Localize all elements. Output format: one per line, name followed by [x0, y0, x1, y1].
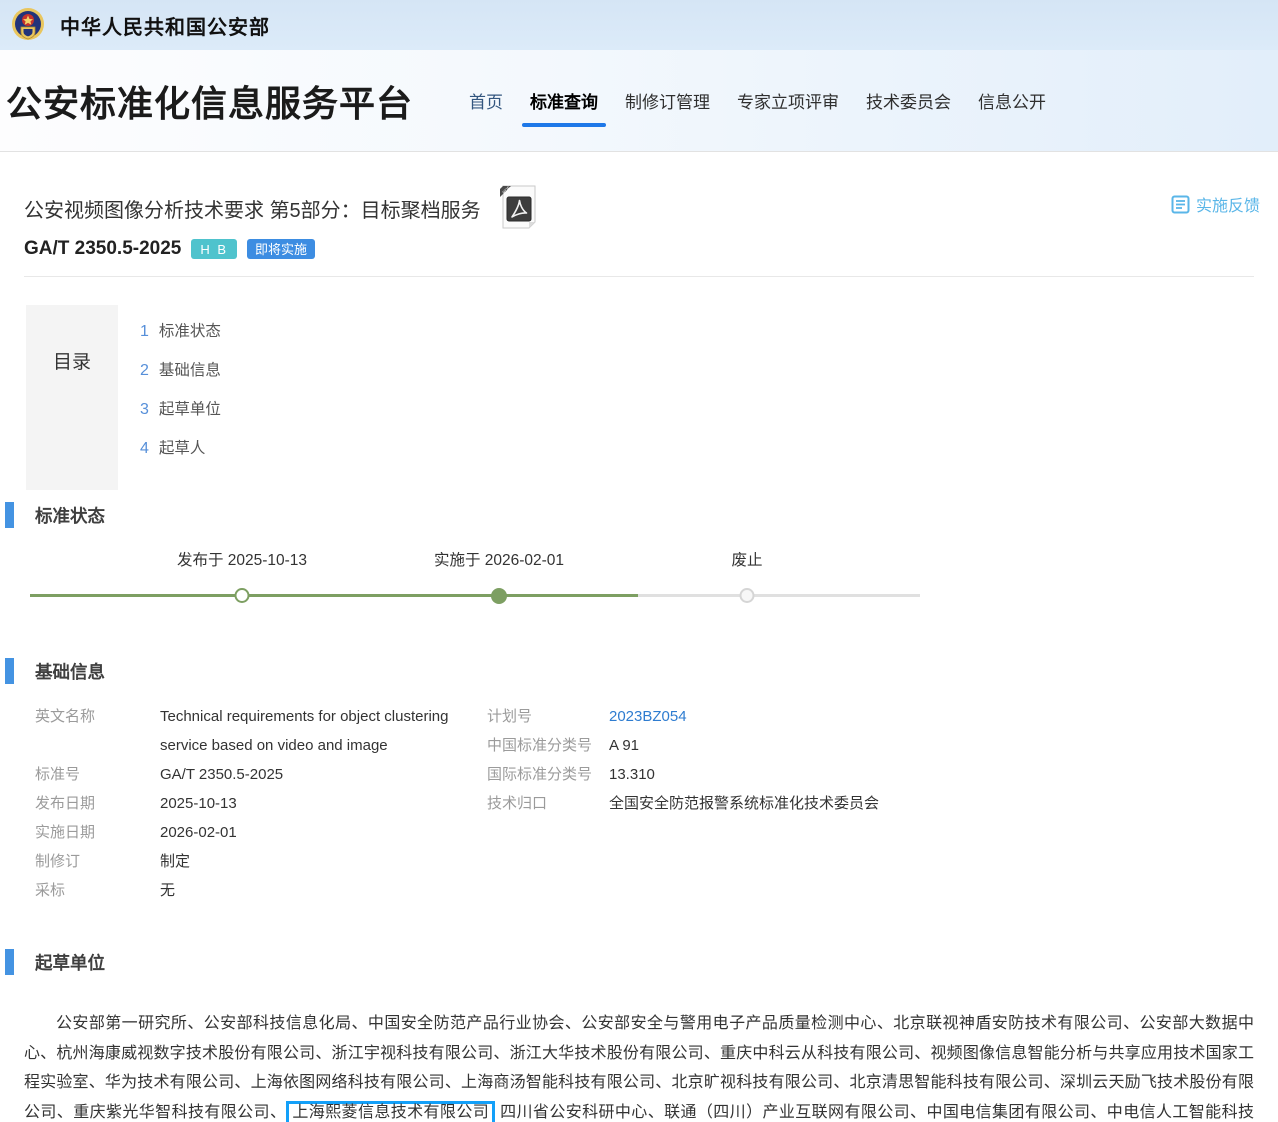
- info-row-implement-date: 实施日期 2026-02-01: [35, 818, 487, 847]
- timeline-label-published: 发布于 2025-10-13: [177, 548, 307, 570]
- section-marker: [5, 949, 14, 975]
- info-label: 技术归口: [487, 789, 609, 818]
- nav-standard-query[interactable]: 标准查询: [530, 88, 598, 113]
- info-row-adoption: 采标 无: [35, 876, 487, 905]
- hb-badge: H B: [191, 239, 237, 259]
- site-name: 中华人民共和国公安部: [60, 11, 270, 40]
- info-label: 标准号: [35, 760, 160, 789]
- highlighted-company: 上海熙菱信息技术有限公司: [286, 1101, 495, 1122]
- info-row-ics-classification: 国际标准分类号 13.310: [487, 760, 1254, 789]
- platform-header: 公安标准化信息服务平台 首页 标准查询 制修订管理 专家立项评审 技术委员会 信…: [0, 50, 1278, 152]
- info-row-china-classification: 中国标准分类号 A 91: [487, 731, 1254, 760]
- platform-title: 公安标准化信息服务平台: [6, 75, 413, 127]
- standard-code: GA/T 2350.5-2025: [24, 238, 181, 260]
- toc-item-number: 4: [140, 440, 149, 457]
- toc-item-number: 3: [140, 401, 149, 418]
- feedback-label: 实施反馈: [1196, 192, 1260, 216]
- info-row-revision-type: 制修订 制定: [35, 847, 487, 876]
- info-label: 计划号: [487, 702, 609, 731]
- basic-info-left-column: 英文名称 Technical requirements for object c…: [35, 702, 487, 905]
- info-row-standard-number: 标准号 GA/T 2350.5-2025: [35, 760, 487, 789]
- gov-topbar: 中华人民共和国公安部: [0, 0, 1278, 50]
- toc-item-number: 1: [140, 323, 149, 340]
- nav-expert-review[interactable]: 专家立项评审: [737, 88, 839, 113]
- section-header-standard-status: 标准状态: [5, 502, 1278, 528]
- table-of-contents: 目录 1 标准状态 2 基础信息 3 起草单位 4 起草人: [26, 305, 1278, 490]
- info-label: 制修订: [35, 847, 160, 876]
- info-value: 13.310: [609, 760, 655, 789]
- main-nav: 首页 标准查询 制修订管理 专家立项评审 技术委员会 信息公开: [469, 88, 1046, 113]
- info-label: 实施日期: [35, 818, 160, 847]
- pdf-file-icon[interactable]: PDF: [499, 185, 539, 229]
- info-value: A 91: [609, 731, 639, 760]
- status-badge: 即将实施: [247, 239, 315, 259]
- toc-item-drafting-units[interactable]: 3 起草单位: [140, 397, 221, 419]
- feedback-icon: [1171, 195, 1190, 214]
- toc-title: 目录: [26, 305, 118, 490]
- timeline-dot-implemented: [491, 588, 507, 604]
- info-row-english-name: 英文名称 Technical requirements for object c…: [35, 702, 487, 760]
- info-value: 2025-10-13: [160, 789, 237, 818]
- timeline-label-abolished: 废止: [731, 548, 762, 570]
- toc-item-basic-info[interactable]: 2 基础信息: [140, 358, 221, 380]
- timeline-label-implemented: 实施于 2026-02-01: [434, 548, 564, 570]
- nav-revision-management[interactable]: 制修订管理: [625, 88, 710, 113]
- main-content: 公安视频图像分析技术要求 第5部分：目标聚档服务 PDF 实施反馈: [0, 188, 1278, 1122]
- info-row-plan-number: 计划号 2023BZ054: [487, 702, 1254, 731]
- nav-home[interactable]: 首页: [469, 88, 503, 113]
- info-value: GA/T 2350.5-2025: [160, 760, 283, 789]
- info-label: 中国标准分类号: [487, 731, 609, 760]
- document-head: 公安视频图像分析技术要求 第5部分：目标聚档服务 PDF 实施反馈: [24, 188, 1260, 262]
- timeline-line-future: [638, 594, 920, 597]
- implementation-feedback-link[interactable]: 实施反馈: [1171, 192, 1260, 216]
- timeline-dot-published: [235, 588, 250, 603]
- info-label: 国际标准分类号: [487, 760, 609, 789]
- info-row-publish-date: 发布日期 2025-10-13: [35, 789, 487, 818]
- drafting-units-paragraph: 公安部第一研究所、公安部科技信息化局、中国安全防范产品行业协会、公安部安全与警用…: [24, 1009, 1254, 1122]
- toc-item-number: 2: [140, 362, 149, 379]
- standard-title: 公安视频图像分析技术要求 第5部分：目标聚档服务: [24, 194, 481, 223]
- info-value: 无: [160, 876, 175, 905]
- timeline-dot-abolished: [740, 588, 755, 603]
- info-label: 英文名称: [35, 702, 160, 760]
- info-label: 发布日期: [35, 789, 160, 818]
- basic-info-right-column: 计划号 2023BZ054 中国标准分类号 A 91 国际标准分类号 13.31…: [487, 702, 1254, 905]
- section-header-drafting-units: 起草单位: [5, 949, 1278, 975]
- section-marker: [5, 502, 14, 528]
- plan-number-link[interactable]: 2023BZ054: [609, 702, 687, 731]
- section-title: 起草单位: [35, 950, 105, 975]
- toc-item-standard-status[interactable]: 1 标准状态: [140, 319, 221, 341]
- nav-technical-committee[interactable]: 技术委员会: [866, 88, 951, 113]
- section-header-basic-info: 基础信息: [5, 658, 1278, 684]
- status-timeline: 发布于 2025-10-13 实施于 2026-02-01 废止: [30, 548, 920, 612]
- section-title: 基础信息: [35, 659, 105, 684]
- police-emblem-logo: [10, 7, 46, 43]
- info-value: Technical requirements for object cluste…: [160, 702, 482, 760]
- toc-item-label: 标准状态: [159, 323, 221, 340]
- section-title: 标准状态: [35, 503, 105, 528]
- basic-info-grid: 英文名称 Technical requirements for object c…: [35, 702, 1254, 905]
- info-value: 制定: [160, 847, 190, 876]
- timeline-line-completed: [30, 594, 638, 597]
- info-value: 全国安全防范报警系统标准化技术委员会: [609, 789, 879, 818]
- section-marker: [5, 658, 14, 684]
- toc-item-drafters[interactable]: 4 起草人: [140, 436, 221, 458]
- toc-item-label: 基础信息: [159, 362, 221, 379]
- info-row-technical-committee: 技术归口 全国安全防范报警系统标准化技术委员会: [487, 789, 1254, 818]
- info-value: 2026-02-01: [160, 818, 237, 847]
- nav-information-disclosure[interactable]: 信息公开: [978, 88, 1046, 113]
- info-label: 采标: [35, 876, 160, 905]
- toc-item-label: 起草单位: [159, 401, 221, 418]
- toc-list: 1 标准状态 2 基础信息 3 起草单位 4 起草人: [140, 319, 221, 490]
- divider: [24, 276, 1254, 277]
- toc-item-label: 起草人: [159, 440, 206, 457]
